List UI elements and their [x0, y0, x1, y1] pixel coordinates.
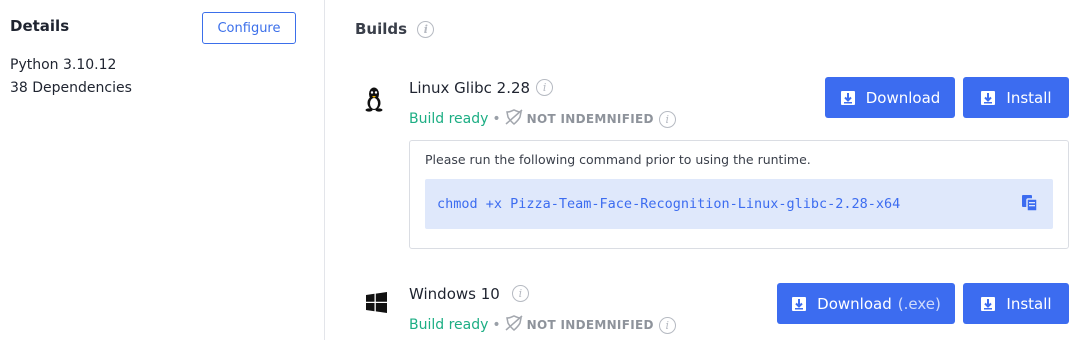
not-indemnified-icon	[505, 109, 523, 125]
download-label: Download	[817, 294, 892, 313]
info-icon[interactable]: i	[658, 316, 676, 334]
build-name: Linux Glibc 2.28 i	[409, 79, 554, 97]
copy-icon[interactable]	[1021, 194, 1039, 212]
status-separator: •	[492, 111, 501, 127]
info-icon[interactable]: i	[511, 285, 529, 302]
linux-tux-icon	[365, 87, 383, 112]
status-separator: •	[492, 317, 501, 333]
download-icon	[840, 90, 855, 105]
build-name-text: Linux Glibc 2.28	[409, 79, 531, 97]
windows-logo-icon	[366, 292, 387, 313]
build-name-text: Windows 10	[409, 285, 500, 303]
details-title: Details	[10, 17, 70, 35]
command-code-block: chmod +x Pizza-Team-Face-Recognition-Lin…	[425, 179, 1053, 229]
build-status: Build ready • NOT INDEMNIFIED i	[409, 315, 676, 334]
download-extension: (.exe)	[897, 294, 941, 313]
install-label: Install	[1006, 294, 1052, 313]
builds-title: Builds i	[355, 20, 435, 38]
details-panel: Details Configure Python 3.10.12 38 Depe…	[0, 0, 325, 340]
install-icon	[981, 90, 996, 105]
builds-title-text: Builds	[355, 20, 408, 38]
python-version: Python 3.10.12	[10, 57, 117, 73]
info-icon[interactable]: i	[417, 21, 435, 38]
install-button[interactable]: Install	[963, 283, 1069, 324]
build-status: Build ready • NOT INDEMNIFIED i	[409, 109, 676, 128]
info-icon[interactable]: i	[536, 79, 554, 96]
configure-button[interactable]: Configure	[202, 12, 296, 44]
build-name: Windows 10 i	[409, 285, 529, 303]
status-ready: Build ready	[409, 111, 489, 127]
install-button[interactable]: Install	[963, 77, 1069, 118]
indemnification-label: NOT INDEMNIFIED	[526, 112, 654, 126]
download-button[interactable]: Download (.exe)	[777, 283, 955, 324]
not-indemnified-icon	[505, 315, 523, 331]
command-text[interactable]: chmod +x Pizza-Team-Face-Recognition-Lin…	[437, 196, 900, 212]
info-icon[interactable]: i	[658, 110, 676, 128]
install-icon	[981, 296, 996, 311]
indemnification-label: NOT INDEMNIFIED	[526, 318, 654, 332]
command-box: Please run the following command prior t…	[409, 140, 1069, 249]
dependencies-count: 38 Dependencies	[10, 80, 132, 96]
command-note: Please run the following command prior t…	[425, 152, 811, 167]
download-icon	[792, 296, 807, 311]
download-button[interactable]: Download	[825, 77, 955, 118]
status-ready: Build ready	[409, 317, 489, 333]
install-label: Install	[1006, 88, 1052, 107]
download-label: Download	[865, 88, 941, 107]
